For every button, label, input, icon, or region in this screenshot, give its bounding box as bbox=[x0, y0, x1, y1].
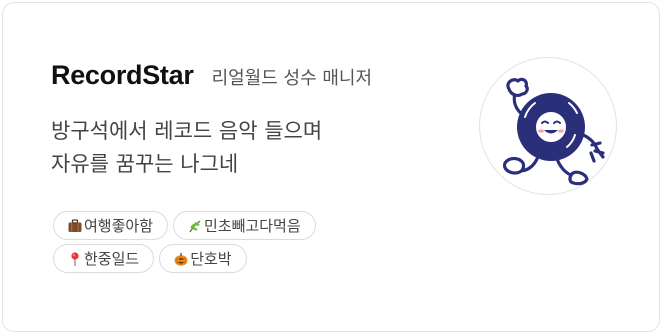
tag-chip[interactable]: 한중일드 bbox=[53, 244, 155, 273]
avatar bbox=[479, 57, 617, 195]
tag-list: 여행좋아함 민초빼고다먹음 한중일드 단호박 bbox=[53, 211, 383, 277]
tag-chip[interactable]: 단호박 bbox=[159, 244, 247, 273]
tag-chip[interactable]: 여행좋아함 bbox=[53, 211, 169, 240]
walking-vinyl-record-character-icon bbox=[503, 77, 605, 186]
role-label: 리얼월드 성수 매니저 bbox=[211, 68, 373, 89]
bio-line: 방구석에서 레코드 음악 들으며 bbox=[51, 119, 323, 143]
herb-icon bbox=[187, 218, 203, 234]
bio-line: 자유를 꿈꾸는 나그네 bbox=[51, 152, 239, 176]
pumpkin-icon bbox=[173, 251, 189, 267]
pin-icon bbox=[67, 251, 83, 267]
tag-row: 여행좋아함 민초빼고다먹음 bbox=[53, 211, 383, 240]
tag-chip[interactable]: 민초빼고다먹음 bbox=[173, 211, 316, 240]
tag-row: 한중일드 단호박 bbox=[53, 244, 383, 273]
tag-label: 단호박 bbox=[190, 250, 232, 268]
suitcase-icon bbox=[67, 218, 83, 234]
tag-label: 한중일드 bbox=[84, 250, 140, 268]
nickname: RecordStar bbox=[51, 60, 194, 90]
name-row: RecordStar 리얼월드 성수 매니저 bbox=[51, 60, 372, 91]
tag-label: 여행좋아함 bbox=[84, 217, 154, 235]
tag-label: 민초빼고다먹음 bbox=[204, 217, 301, 235]
profile-card: RecordStar 리얼월드 성수 매니저 방구석에서 레코드 음악 들으며 … bbox=[2, 2, 660, 332]
bio: 방구석에서 레코드 음악 들으며 자유를 꿈꾸는 나그네 bbox=[51, 115, 322, 181]
